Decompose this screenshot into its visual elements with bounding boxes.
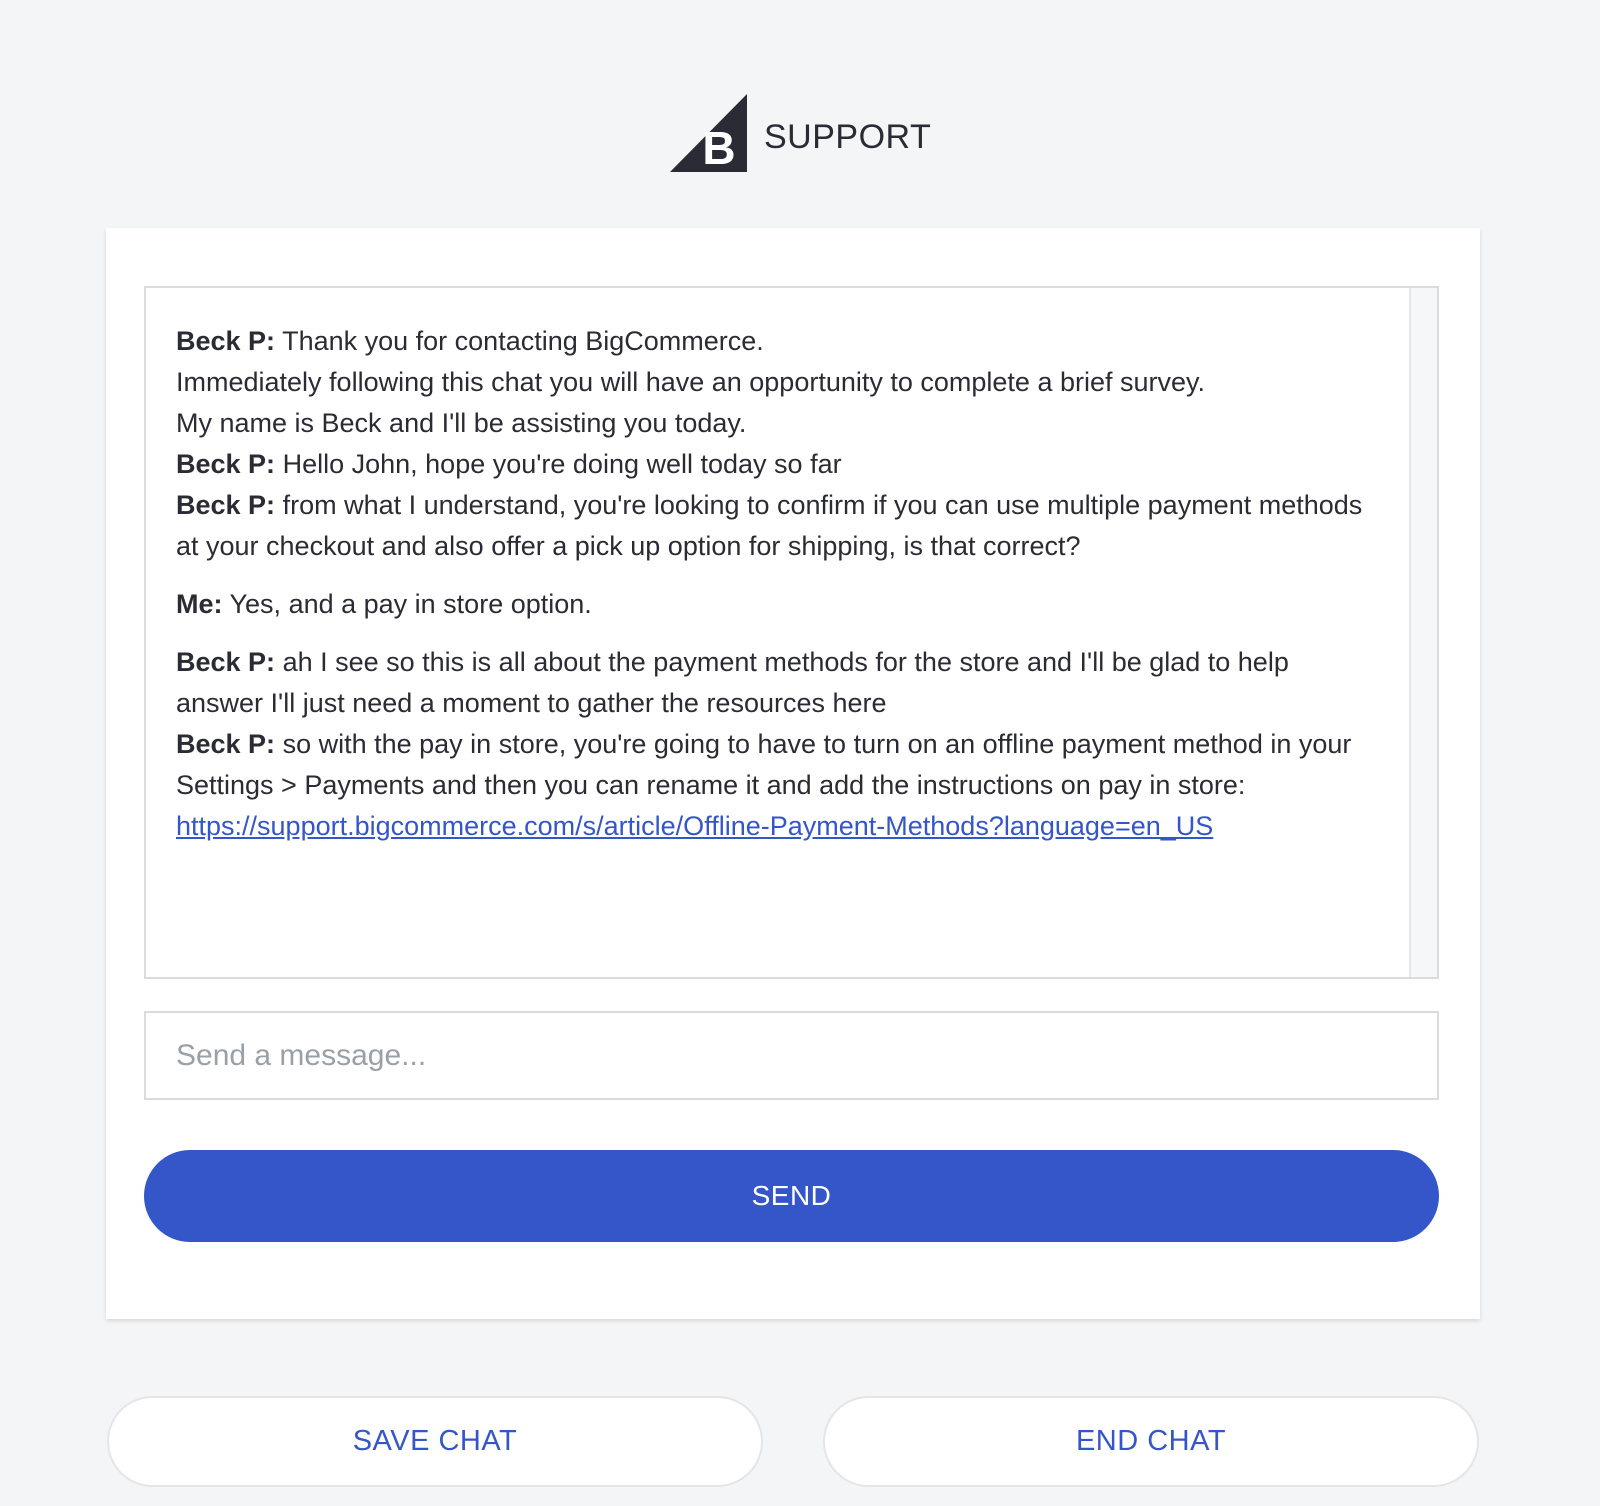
message-text: from what I understand, you're looking t… bbox=[176, 490, 1363, 561]
chat-message: Beck P: Thank you for contacting BigComm… bbox=[176, 321, 1381, 444]
message-text: Settings > Payments and then you can ren… bbox=[176, 770, 1246, 800]
message-sender: Me: bbox=[176, 589, 223, 619]
support-article-link[interactable]: https://support.bigcommerce.com/s/articl… bbox=[176, 811, 1213, 841]
message-text: Yes, and a pay in store option. bbox=[229, 589, 592, 619]
message-sender: Beck P: bbox=[176, 490, 276, 520]
message-input-container bbox=[144, 1011, 1439, 1100]
header: B SUPPORT bbox=[0, 0, 1600, 220]
message-text: My name is Beck and I'll be assisting yo… bbox=[176, 408, 747, 438]
brand-title: SUPPORT bbox=[764, 118, 932, 156]
message-sender: Beck P: bbox=[176, 449, 276, 479]
chat-message: Beck P: ah I see so this is all about th… bbox=[176, 642, 1381, 724]
message-sender: Beck P: bbox=[176, 326, 276, 356]
end-chat-button[interactable]: END CHAT bbox=[823, 1396, 1479, 1487]
transcript-scrollbar[interactable] bbox=[1409, 288, 1437, 977]
chat-transcript[interactable]: Beck P: Thank you for contacting BigComm… bbox=[144, 286, 1439, 979]
transcript-messages: Beck P: Thank you for contacting BigComm… bbox=[146, 288, 1409, 977]
message-sender: Beck P: bbox=[176, 647, 276, 677]
message-text: Immediately following this chat you will… bbox=[176, 367, 1206, 397]
chat-card: Beck P: Thank you for contacting BigComm… bbox=[106, 228, 1480, 1319]
save-chat-button[interactable]: SAVE CHAT bbox=[107, 1396, 763, 1487]
chat-message: Beck P: from what I understand, you're l… bbox=[176, 485, 1381, 567]
svg-text:B: B bbox=[702, 122, 735, 172]
message-sender: Beck P: bbox=[176, 729, 276, 759]
message-text: so with the pay in store, you're going t… bbox=[282, 729, 1352, 759]
message-text: Hello John, hope you're doing well today… bbox=[282, 449, 842, 479]
chat-message: Me: Yes, and a pay in store option. bbox=[176, 584, 1381, 625]
chat-message: Beck P: Hello John, hope you're doing we… bbox=[176, 444, 1381, 485]
message-text: Thank you for contacting BigCommerce. bbox=[282, 326, 764, 356]
chat-message: Beck P: so with the pay in store, you're… bbox=[176, 724, 1381, 847]
message-text: ah I see so this is all about the paymen… bbox=[176, 647, 1289, 718]
send-button[interactable]: SEND bbox=[144, 1150, 1439, 1242]
message-input[interactable] bbox=[146, 1013, 1437, 1098]
bigcommerce-logo-icon: B bbox=[670, 94, 747, 172]
